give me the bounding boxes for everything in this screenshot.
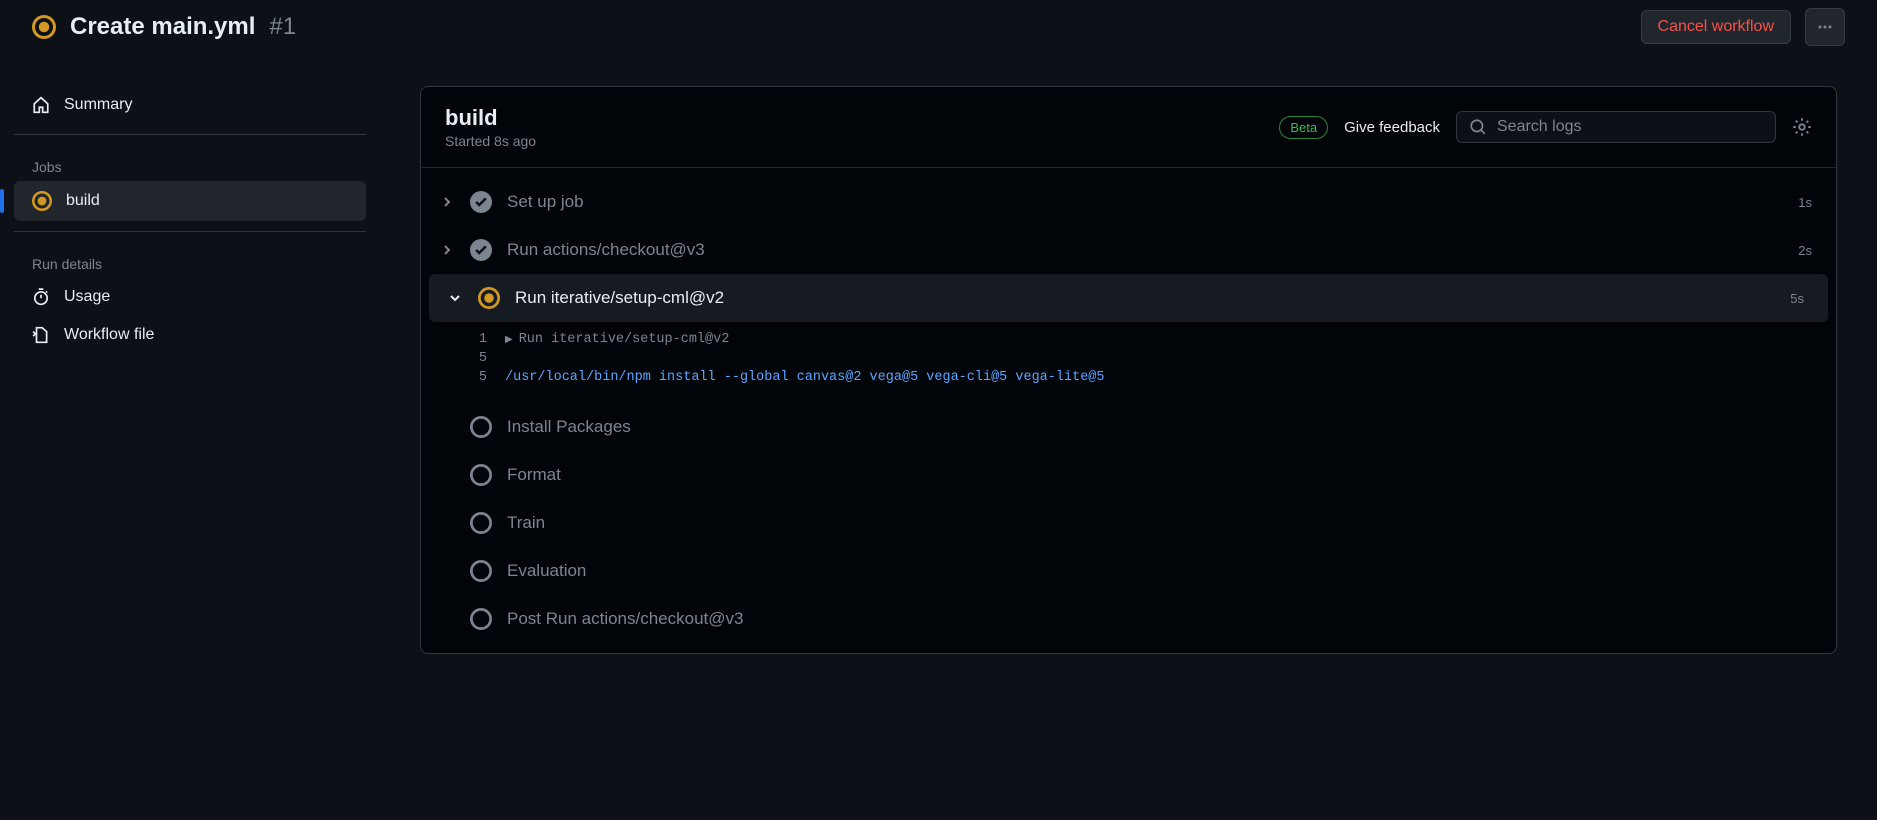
- sidebar-item-summary[interactable]: Summary: [14, 86, 366, 124]
- step-setup-cml[interactable]: Run iterative/setup-cml@v2 5s: [429, 274, 1828, 322]
- step-label: Evaluation: [507, 561, 1812, 581]
- step-setup-job[interactable]: Set up job 1s: [421, 178, 1836, 226]
- triangle-right-icon: ▶: [505, 334, 513, 346]
- pending-circle-icon: [469, 511, 493, 535]
- running-icon: [32, 15, 56, 39]
- step-format[interactable]: Format: [421, 451, 1836, 499]
- step-duration: 1s: [1798, 195, 1812, 210]
- job-panel: build Started 8s ago Beta Give feedback: [420, 86, 1837, 654]
- sidebar-item-label: Summary: [64, 96, 132, 114]
- give-feedback-link[interactable]: Give feedback: [1344, 119, 1440, 136]
- sidebar-item-label: build: [66, 192, 100, 210]
- running-icon: [32, 191, 52, 211]
- step-label: Post Run actions/checkout@v3: [507, 609, 1812, 629]
- workflow-title: Create main.yml: [70, 13, 255, 41]
- panel-header: build Started 8s ago Beta Give feedback: [421, 87, 1836, 168]
- sidebar: Summary Jobs build Run details Usage Wor…: [0, 62, 380, 820]
- step-duration: 2s: [1798, 243, 1812, 258]
- pending-circle-icon: [469, 415, 493, 439]
- home-icon: [32, 96, 50, 114]
- chevron-right-icon: [439, 194, 455, 210]
- pending-circle-icon: [469, 463, 493, 487]
- job-subtitle: Started 8s ago: [445, 133, 1263, 149]
- chevron-placeholder: [439, 563, 455, 579]
- chevron-placeholder: [439, 611, 455, 627]
- chevron-down-icon: [447, 290, 463, 306]
- chevron-placeholder: [439, 515, 455, 531]
- divider: [14, 231, 366, 232]
- run-number: #1: [269, 13, 296, 41]
- sidebar-item-label: Workflow file: [64, 326, 154, 344]
- steps-list: Set up job 1s Run actions/checkout@v3 2s: [421, 168, 1836, 653]
- sidebar-item-usage[interactable]: Usage: [14, 278, 366, 316]
- search-logs-field[interactable]: [1456, 111, 1776, 143]
- step-label: Run actions/checkout@v3: [507, 240, 1784, 260]
- kebab-icon: [1817, 19, 1833, 35]
- page-header: Create main.yml #1 Cancel workflow: [0, 0, 1877, 62]
- step-label: Set up job: [507, 192, 1784, 212]
- file-icon: [32, 326, 50, 344]
- step-checkout[interactable]: Run actions/checkout@v3 2s: [421, 226, 1836, 274]
- search-icon: [1469, 118, 1487, 136]
- check-circle-icon: [469, 238, 493, 262]
- log-line-number: 5: [445, 370, 505, 385]
- step-duration: 5s: [1790, 291, 1804, 306]
- check-circle-icon: [469, 190, 493, 214]
- sidebar-item-job-build[interactable]: build: [14, 181, 366, 221]
- step-label: Format: [507, 465, 1812, 485]
- log-line: 5 /usr/local/bin/npm install --global ca…: [421, 368, 1836, 387]
- main-content: build Started 8s ago Beta Give feedback: [380, 62, 1877, 820]
- more-actions-button[interactable]: [1805, 8, 1845, 46]
- pending-circle-icon: [469, 559, 493, 583]
- jobs-label: Jobs: [14, 145, 366, 181]
- job-title: build: [445, 105, 1263, 131]
- running-icon: [477, 286, 501, 310]
- cancel-workflow-button[interactable]: Cancel workflow: [1641, 10, 1791, 44]
- log-line[interactable]: 1 ▶ Run iterative/setup-cml@v2: [421, 330, 1836, 349]
- search-logs-input[interactable]: [1497, 118, 1763, 136]
- step-label: Install Packages: [507, 417, 1812, 437]
- sidebar-item-workflow-file[interactable]: Workflow file: [14, 316, 366, 354]
- log-text: /usr/local/bin/npm install --global canv…: [505, 370, 1105, 385]
- sidebar-item-label: Usage: [64, 288, 110, 306]
- settings-button[interactable]: [1792, 117, 1812, 137]
- stopwatch-icon: [32, 288, 50, 306]
- log-line-number: 5: [445, 351, 505, 366]
- chevron-right-icon: [439, 242, 455, 258]
- chevron-placeholder: [439, 467, 455, 483]
- step-install-packages[interactable]: Install Packages: [421, 403, 1836, 451]
- step-evaluation[interactable]: Evaluation: [421, 547, 1836, 595]
- log-output: 1 ▶ Run iterative/setup-cml@v2 5 5 /usr/…: [421, 322, 1836, 403]
- pending-circle-icon: [469, 607, 493, 631]
- log-line: 5: [421, 349, 1836, 368]
- step-train[interactable]: Train: [421, 499, 1836, 547]
- log-text: Run iterative/setup-cml@v2: [519, 332, 730, 347]
- step-label: Run iterative/setup-cml@v2: [515, 288, 1776, 308]
- gear-icon: [1792, 117, 1812, 137]
- divider: [14, 134, 366, 135]
- beta-badge: Beta: [1279, 116, 1328, 139]
- step-post-checkout[interactable]: Post Run actions/checkout@v3: [421, 595, 1836, 643]
- chevron-placeholder: [439, 419, 455, 435]
- step-label: Train: [507, 513, 1812, 533]
- run-details-label: Run details: [14, 242, 366, 278]
- log-line-number: 1: [445, 332, 505, 347]
